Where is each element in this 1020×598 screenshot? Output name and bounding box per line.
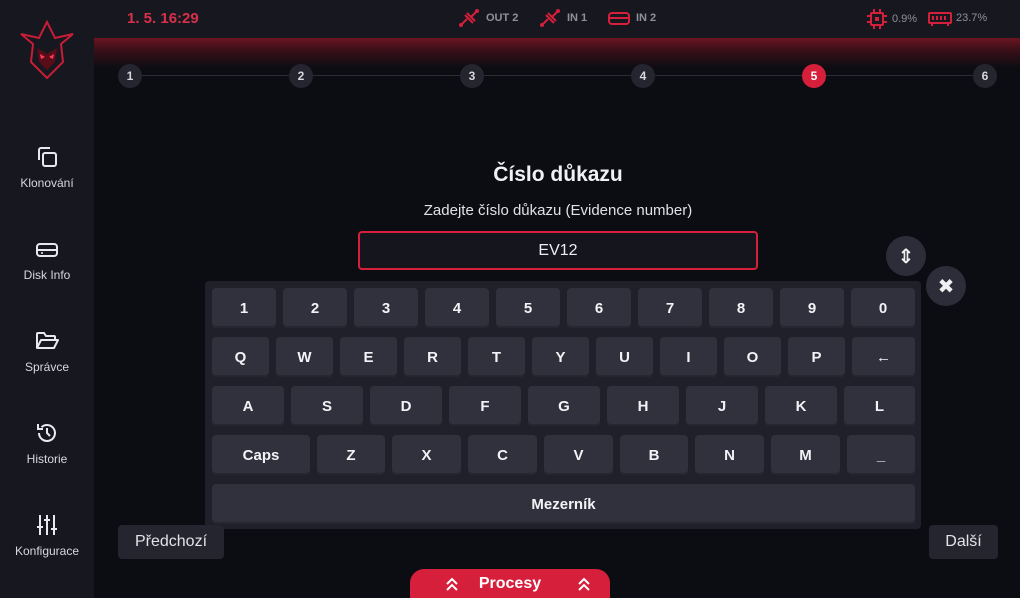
key-r[interactable]: R bbox=[404, 337, 461, 377]
sidebar-item-label: Klonování bbox=[20, 176, 74, 190]
port-out-2: OUT 2 bbox=[458, 8, 518, 28]
vertical-arrows-icon: ⇕ bbox=[897, 245, 915, 268]
key-w[interactable]: W bbox=[276, 337, 333, 377]
cpu-value: 0.9% bbox=[892, 13, 918, 25]
key-q[interactable]: Q bbox=[212, 337, 269, 377]
key-9[interactable]: 9 bbox=[780, 288, 844, 328]
hard-drive-icon bbox=[608, 12, 630, 25]
key-i[interactable]: I bbox=[660, 337, 717, 377]
key-g[interactable]: G bbox=[528, 386, 600, 426]
caps-lock-key[interactable]: Caps bbox=[212, 435, 310, 475]
key-f[interactable]: F bbox=[449, 386, 521, 426]
sidebar-item-klonovani[interactable]: Klonování bbox=[0, 144, 94, 216]
on-screen-keyboard: 1 2 3 4 5 6 7 8 9 0 Q W E R T Y U I O P … bbox=[205, 281, 921, 529]
key-h[interactable]: H bbox=[607, 386, 679, 426]
key-x[interactable]: X bbox=[392, 435, 461, 475]
port-in-2: IN 2 bbox=[608, 8, 656, 28]
key-8[interactable]: 8 bbox=[709, 288, 773, 328]
key-a[interactable]: A bbox=[212, 386, 284, 426]
memory-icon bbox=[928, 12, 952, 26]
hooded-logo-icon bbox=[20, 19, 74, 80]
step-2: 2 bbox=[289, 64, 313, 88]
ram-usage: 23.7% bbox=[928, 8, 987, 28]
key-0[interactable]: 0 bbox=[851, 288, 915, 328]
close-keyboard-button[interactable]: ✖ bbox=[926, 266, 966, 306]
key-p[interactable]: P bbox=[788, 337, 845, 377]
key-n[interactable]: N bbox=[695, 435, 764, 475]
key-b[interactable]: B bbox=[620, 435, 688, 475]
key-j[interactable]: J bbox=[686, 386, 758, 426]
key-m[interactable]: M bbox=[771, 435, 840, 475]
step-3: 3 bbox=[460, 64, 484, 88]
sidebar: Klonování Disk Info Správce Historie Kon… bbox=[0, 0, 94, 598]
sidebar-item-konfigurace[interactable]: Konfigurace bbox=[0, 512, 94, 584]
sliders-icon bbox=[37, 515, 57, 535]
evidence-number-input[interactable] bbox=[358, 231, 758, 270]
key-y[interactable]: Y bbox=[532, 337, 589, 377]
key-o[interactable]: O bbox=[724, 337, 781, 377]
key-u[interactable]: U bbox=[596, 337, 653, 377]
sidebar-item-disk-info[interactable]: Disk Info bbox=[0, 236, 94, 308]
underscore-key[interactable]: _ bbox=[847, 435, 915, 475]
double-chevron-up-icon bbox=[578, 577, 590, 591]
sidebar-item-historie[interactable]: Historie bbox=[0, 420, 94, 492]
previous-button[interactable]: Předchozí bbox=[118, 525, 224, 559]
processes-drawer-button[interactable]: Procesy bbox=[410, 569, 610, 598]
key-z[interactable]: Z bbox=[317, 435, 385, 475]
close-icon: ✖ bbox=[937, 275, 955, 298]
processes-label: Procesy bbox=[478, 574, 542, 592]
sidebar-item-label: Konfigurace bbox=[14, 544, 80, 558]
header-glow bbox=[94, 38, 1020, 68]
usb-cable-icon bbox=[540, 9, 560, 27]
sidebar-item-spravce[interactable]: Správce bbox=[0, 328, 94, 400]
hard-drive-icon bbox=[36, 243, 58, 257]
key-3[interactable]: 3 bbox=[354, 288, 418, 328]
datetime: 1. 5. 16:29 bbox=[127, 10, 199, 27]
port-label: OUT 2 bbox=[486, 12, 519, 24]
history-icon bbox=[37, 424, 56, 442]
keyboard-position-button[interactable]: ⇕ bbox=[886, 236, 926, 276]
space-key[interactable]: Mezerník bbox=[212, 484, 915, 524]
next-button[interactable]: Další bbox=[929, 525, 998, 559]
usb-cable-icon bbox=[459, 9, 479, 27]
key-7[interactable]: 7 bbox=[638, 288, 702, 328]
port-label: IN 1 bbox=[567, 12, 588, 24]
key-c[interactable]: C bbox=[468, 435, 537, 475]
port-in-1: IN 1 bbox=[539, 8, 587, 28]
key-2[interactable]: 2 bbox=[283, 288, 347, 328]
key-t[interactable]: T bbox=[468, 337, 525, 377]
sidebar-item-label: Správce bbox=[24, 360, 70, 374]
backspace-key[interactable]: ← bbox=[852, 337, 915, 377]
cpu-icon bbox=[867, 9, 887, 29]
step-5-current: 5 bbox=[802, 64, 826, 88]
sidebar-item-label: Historie bbox=[26, 452, 68, 466]
cpu-usage: 0.9% bbox=[866, 8, 917, 30]
double-chevron-up-icon bbox=[446, 577, 458, 591]
ram-value: 23.7% bbox=[956, 12, 988, 24]
key-5[interactable]: 5 bbox=[496, 288, 560, 328]
step-6: 6 bbox=[973, 64, 997, 88]
page-subtitle: Zadejte číslo důkazu (Evidence number) bbox=[423, 202, 693, 219]
key-1[interactable]: 1 bbox=[212, 288, 276, 328]
step-4: 4 bbox=[631, 64, 655, 88]
key-e[interactable]: E bbox=[340, 337, 397, 377]
page-title: Číslo důkazu bbox=[493, 163, 623, 186]
copy-icon bbox=[38, 147, 57, 167]
key-d[interactable]: D bbox=[370, 386, 442, 426]
key-l[interactable]: L bbox=[844, 386, 915, 426]
step-1: 1 bbox=[118, 64, 142, 88]
stepper-line bbox=[130, 75, 986, 76]
sidebar-item-label: Disk Info bbox=[23, 268, 71, 282]
port-label: IN 2 bbox=[636, 12, 657, 24]
key-s[interactable]: S bbox=[291, 386, 363, 426]
folder-open-icon bbox=[36, 332, 59, 349]
key-4[interactable]: 4 bbox=[425, 288, 489, 328]
key-v[interactable]: V bbox=[544, 435, 613, 475]
key-k[interactable]: K bbox=[765, 386, 837, 426]
key-6[interactable]: 6 bbox=[567, 288, 631, 328]
